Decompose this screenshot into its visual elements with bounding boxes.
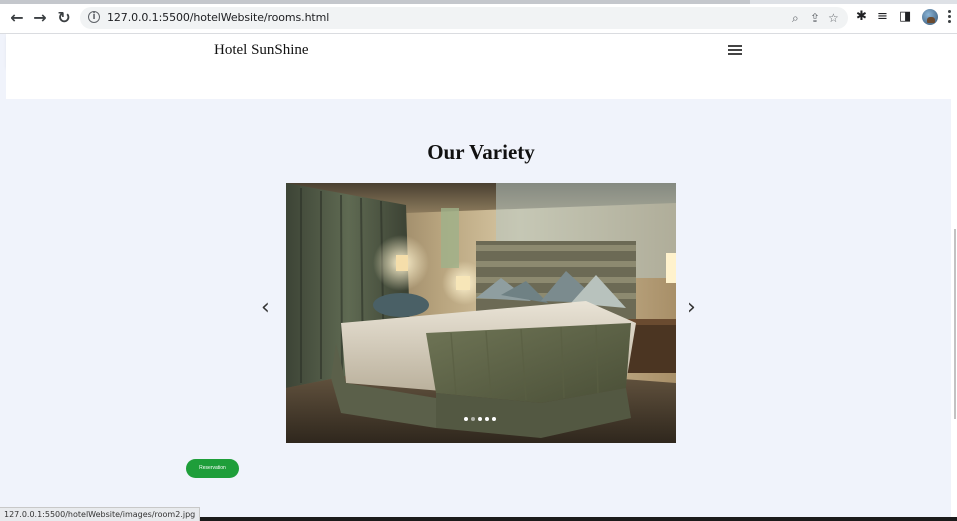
section-title: Our Variety (427, 140, 535, 164)
status-bar-url: 127.0.0.1:5500/hotelWebsite/images/room2… (0, 507, 201, 521)
site-brand[interactable]: Hotel SunShine (214, 42, 309, 59)
zoom-icon[interactable]: ⌕ (792, 11, 799, 25)
address-bar[interactable]: i 127.0.0.1:5500/hotelWebsite/rooms.html… (80, 7, 848, 29)
profile-avatar[interactable] (922, 9, 938, 25)
carousel-indicator-3[interactable] (478, 417, 482, 421)
carousel-indicator-5[interactable] (492, 417, 496, 421)
reading-list-icon[interactable]: ≡ (877, 9, 888, 25)
reload-icon[interactable]: ↻ (55, 10, 73, 26)
scrollbar-thumb[interactable] (954, 229, 956, 419)
hamburger-menu-icon[interactable] (728, 45, 742, 55)
carousel-indicator-4[interactable] (485, 417, 489, 421)
carousel-prev-icon[interactable]: ‹ (261, 296, 270, 320)
carousel-next-icon[interactable]: › (687, 296, 696, 320)
forward-arrow-icon[interactable]: → (31, 10, 49, 26)
browser-menu-icon[interactable] (948, 10, 951, 24)
site-info-icon[interactable]: i (88, 11, 100, 23)
reservation-button[interactable]: Reservation (186, 459, 239, 478)
header-spacer (6, 67, 951, 99)
browser-toolbar: ← → ↻ i 127.0.0.1:5500/hotelWebsite/room… (0, 0, 957, 34)
tab-strip (0, 0, 957, 4)
back-arrow-icon[interactable]: ← (8, 10, 26, 26)
room-carousel (286, 183, 676, 443)
site-navbar: Hotel SunShine (6, 34, 951, 67)
address-url[interactable]: 127.0.0.1:5500/hotelWebsite/rooms.html (107, 11, 329, 24)
page-body: Hotel SunShine Our Variety ‹ › Reservati… (0, 34, 957, 521)
share-icon[interactable]: ⇪ (810, 11, 820, 25)
room-photo (286, 183, 676, 443)
page-scrollbar[interactable] (951, 34, 957, 517)
bookmark-star-icon[interactable]: ☆ (828, 11, 839, 25)
active-tab-indicator[interactable] (0, 0, 750, 4)
carousel-indicator-2[interactable] (471, 417, 475, 421)
carousel-indicators (464, 417, 496, 421)
carousel-indicator-1[interactable] (464, 417, 468, 421)
extensions-puzzle-icon[interactable]: ✱ (856, 9, 867, 25)
side-panel-icon[interactable]: ◨ (899, 9, 911, 25)
